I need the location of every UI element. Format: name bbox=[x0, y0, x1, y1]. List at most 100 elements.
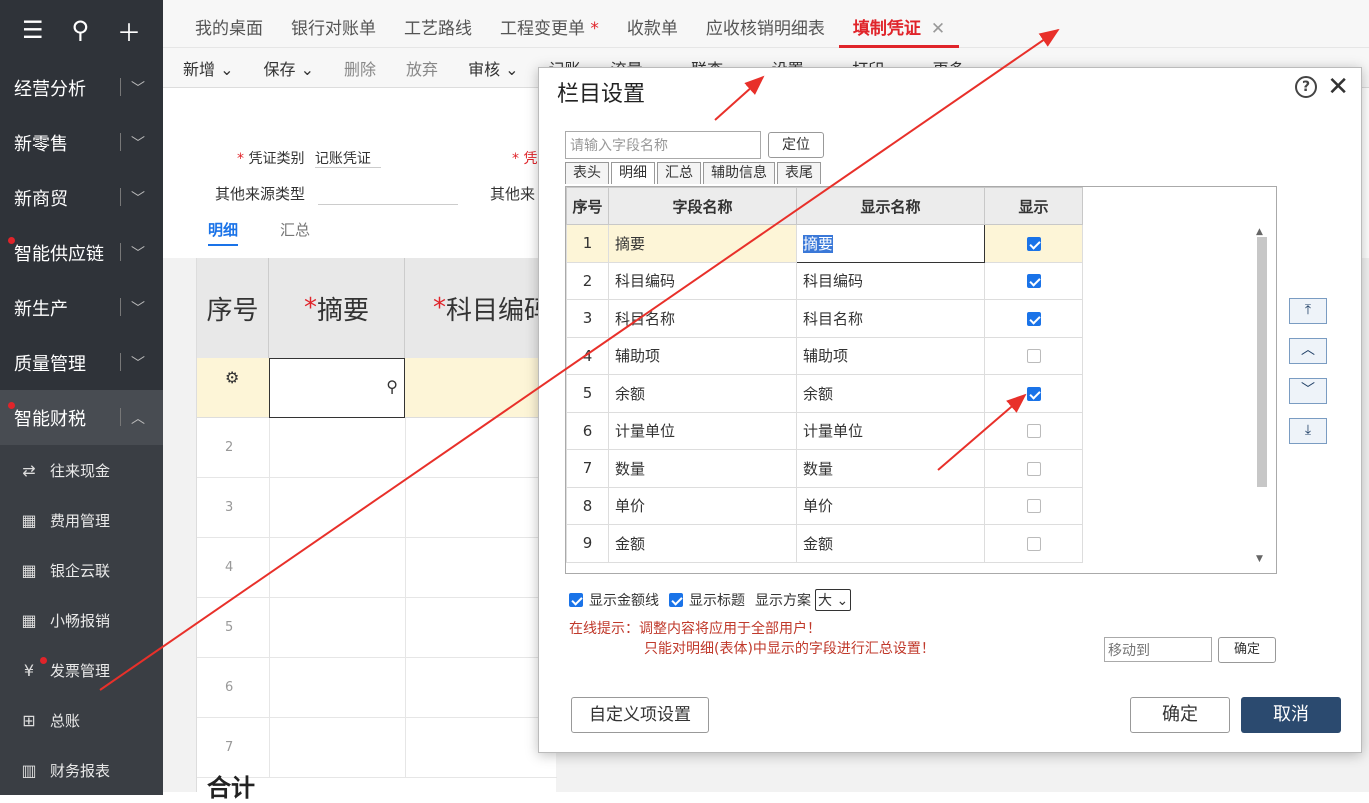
sidebar-item[interactable]: 智能供应链﹀ bbox=[0, 225, 163, 280]
grid-row-active[interactable]: ⚙ ⚲ bbox=[197, 358, 557, 418]
move-to-input[interactable] bbox=[1104, 637, 1212, 662]
move-top-icon[interactable]: ⤒ bbox=[1289, 298, 1327, 324]
sidebar-subitem[interactable]: ▦银企云联 bbox=[0, 545, 163, 595]
chevron-down-icon[interactable]: ﹀ bbox=[131, 298, 145, 318]
tab[interactable]: 收款单 bbox=[613, 0, 692, 48]
scheme-select[interactable]: 大 ⌄ bbox=[815, 589, 851, 611]
tab[interactable]: 工程变更单 * bbox=[486, 0, 613, 48]
table-row[interactable]: 6计量单位计量单位 bbox=[567, 412, 1083, 450]
show-checkbox[interactable] bbox=[1027, 387, 1041, 401]
summary-input[interactable]: ⚲ bbox=[269, 358, 405, 418]
sidebar-subitem[interactable]: ¥发票管理 bbox=[0, 645, 163, 695]
search-icon[interactable]: ⚲ bbox=[386, 377, 398, 396]
voucher-type-value[interactable]: 记账凭证 bbox=[315, 151, 381, 168]
show-checkbox[interactable] bbox=[1027, 274, 1041, 288]
close-icon[interactable]: ✕ bbox=[1327, 72, 1349, 102]
table-row[interactable]: 4辅助项辅助项 bbox=[567, 337, 1083, 375]
tab[interactable]: 银行对账单 bbox=[277, 0, 390, 48]
toolbar-button[interactable]: 新增 ⌄ bbox=[183, 56, 234, 80]
dialog-subtab[interactable]: 表头 bbox=[565, 162, 609, 184]
sidebar-item[interactable]: 新零售﹀ bbox=[0, 115, 163, 170]
grid-row[interactable]: 3 bbox=[197, 478, 557, 538]
show-checkbox[interactable] bbox=[1027, 237, 1041, 251]
table-scrollbar[interactable]: ▲ ▼ bbox=[1256, 227, 1268, 567]
display-name-cell[interactable]: 科目编码 bbox=[797, 262, 985, 300]
help-icon[interactable]: ? bbox=[1295, 76, 1317, 98]
show-checkbox[interactable] bbox=[1027, 424, 1041, 438]
sidebar-item[interactable]: 智能财税︿ bbox=[0, 390, 163, 445]
move-up-icon[interactable]: ︿ bbox=[1289, 338, 1327, 364]
add-icon[interactable]: ＋ bbox=[117, 13, 141, 48]
display-name-cell[interactable]: 金额 bbox=[797, 525, 985, 563]
ok-button[interactable]: 确定 bbox=[1130, 697, 1230, 733]
close-tab-icon[interactable]: ✕ bbox=[931, 19, 945, 39]
display-name-cell[interactable]: 单价 bbox=[797, 487, 985, 525]
table-row[interactable]: 3科目名称科目名称 bbox=[567, 300, 1083, 338]
dialog-subtab[interactable]: 表尾 bbox=[777, 162, 821, 184]
show-checkbox[interactable] bbox=[1027, 462, 1041, 476]
locate-button[interactable]: 定位 bbox=[768, 132, 824, 158]
display-name-cell[interactable]: 余额 bbox=[797, 375, 985, 413]
gear-icon[interactable]: ⚙ bbox=[225, 368, 239, 387]
chevron-down-icon[interactable]: ﹀ bbox=[131, 78, 145, 98]
cancel-button[interactable]: 取消 bbox=[1241, 697, 1341, 733]
show-checkbox[interactable] bbox=[1027, 349, 1041, 363]
toolbar-button[interactable]: 放弃 bbox=[406, 56, 438, 80]
display-name-cell[interactable]: 摘要 bbox=[797, 225, 985, 263]
display-name-cell[interactable]: 科目名称 bbox=[797, 300, 985, 338]
table-row[interactable]: 1摘要摘要 bbox=[567, 225, 1083, 263]
tab-summary[interactable]: 汇总 bbox=[280, 219, 310, 240]
sidebar-item[interactable]: 质量管理﹀ bbox=[0, 335, 163, 390]
chevron-down-icon[interactable]: ﹀ bbox=[131, 133, 145, 153]
show-checkbox[interactable] bbox=[1027, 499, 1041, 513]
menu-icon[interactable]: ☰ bbox=[22, 16, 44, 44]
sidebar-subitem[interactable]: ▦小畅报销 bbox=[0, 595, 163, 645]
display-name-cell[interactable]: 计量单位 bbox=[797, 412, 985, 450]
search-icon[interactable]: ⚲ bbox=[71, 16, 89, 44]
table-row[interactable]: 7数量数量 bbox=[567, 450, 1083, 488]
display-name-cell[interactable]: 辅助项 bbox=[797, 337, 985, 375]
sidebar-item[interactable]: 新商贸﹀ bbox=[0, 170, 163, 225]
dialog-subtab[interactable]: 汇总 bbox=[657, 162, 701, 184]
dialog-subtab[interactable]: 明细 bbox=[611, 162, 655, 184]
scroll-up-icon[interactable]: ▲ bbox=[1256, 227, 1263, 237]
tab[interactable]: 应收核销明细表 bbox=[692, 0, 839, 48]
chevron-up-icon[interactable]: ︿ bbox=[131, 408, 145, 428]
scroll-down-icon[interactable]: ▼ bbox=[1256, 554, 1263, 564]
show-checkbox[interactable] bbox=[1027, 537, 1041, 551]
scroll-thumb[interactable] bbox=[1257, 237, 1267, 487]
source-type-field[interactable] bbox=[318, 204, 458, 205]
chevron-down-icon[interactable]: ﹀ bbox=[131, 188, 145, 208]
move-down-icon[interactable]: ﹀ bbox=[1289, 378, 1327, 404]
custom-items-button[interactable]: 自定义项设置 bbox=[571, 697, 709, 733]
grid-row[interactable]: 2 bbox=[197, 418, 557, 478]
table-row[interactable]: 2科目编码科目编码 bbox=[567, 262, 1083, 300]
toolbar-button[interactable]: 删除 bbox=[344, 56, 376, 80]
tab[interactable]: 填制凭证✕ bbox=[839, 0, 959, 48]
tab[interactable]: 工艺路线 bbox=[390, 0, 486, 48]
sidebar-item[interactable]: 经营分析﹀ bbox=[0, 60, 163, 115]
grid-row[interactable]: 5 bbox=[197, 598, 557, 658]
amount-line-checkbox[interactable] bbox=[569, 593, 583, 607]
table-row[interactable]: 8单价单价 bbox=[567, 487, 1083, 525]
chevron-down-icon[interactable]: ﹀ bbox=[131, 243, 145, 263]
show-checkbox[interactable] bbox=[1027, 312, 1041, 326]
grid-row[interactable]: 6 bbox=[197, 658, 557, 718]
sidebar-subitem[interactable]: ⇄往来现金 bbox=[0, 445, 163, 495]
sidebar-subitem[interactable]: ▥财务报表 bbox=[0, 745, 163, 795]
grid-row[interactable]: 4 bbox=[197, 538, 557, 598]
toolbar-button[interactable]: 保存 ⌄ bbox=[264, 56, 315, 80]
tab-detail[interactable]: 明细 bbox=[208, 219, 238, 246]
toolbar-button[interactable]: 审核 ⌄ bbox=[468, 56, 519, 80]
field-search-input[interactable] bbox=[565, 131, 761, 159]
chevron-down-icon[interactable]: ﹀ bbox=[131, 353, 145, 373]
sidebar-subitem[interactable]: ⊞总账 bbox=[0, 695, 163, 745]
sidebar-item[interactable]: 新生产﹀ bbox=[0, 280, 163, 335]
table-row[interactable]: 9金额金额 bbox=[567, 525, 1083, 563]
move-to-confirm-button[interactable]: 确定 bbox=[1218, 637, 1276, 663]
table-row[interactable]: 5余额余额 bbox=[567, 375, 1083, 413]
show-title-checkbox[interactable] bbox=[669, 593, 683, 607]
sidebar-subitem[interactable]: ▦费用管理 bbox=[0, 495, 163, 545]
display-name-cell[interactable]: 数量 bbox=[797, 450, 985, 488]
dialog-subtab[interactable]: 辅助信息 bbox=[703, 162, 775, 184]
